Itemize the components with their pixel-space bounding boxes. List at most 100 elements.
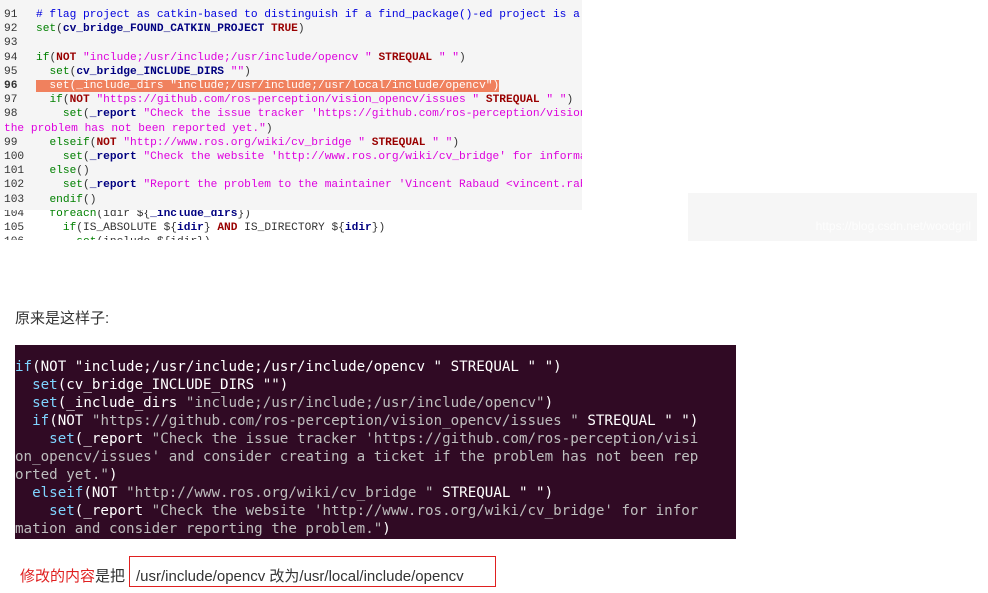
terminal-token: ) <box>544 395 554 411</box>
code-token: } <box>203 222 218 234</box>
code-token: if <box>49 94 63 107</box>
code-token: ( <box>56 23 63 36</box>
boxed-path-text: /usr/include/opencv 改为/usr/local/include… <box>136 568 464 585</box>
terminal-token: set <box>32 395 58 411</box>
line-number: 103 <box>4 193 25 206</box>
code-token: "Report the problem to the maintainer 'V… <box>143 179 582 192</box>
code-token: ) <box>459 51 466 64</box>
line-number: 105 <box>4 222 25 234</box>
code-token: set <box>76 236 96 240</box>
code-token: STREQUAL <box>371 136 426 149</box>
line-number: 99 <box>4 136 18 149</box>
code-token: cv_bridge_FOUND_CATKIN_PROJECT <box>62 23 265 36</box>
code-token: if <box>62 222 77 234</box>
terminal-line: orted yet.") <box>15 466 118 484</box>
code-token: ) <box>452 136 460 149</box>
terminal-line: set(_report "Check the issue tracker 'ht… <box>15 430 698 448</box>
top-code-tail: 104 foreach(idir ${_include_dirs}) 105 if… <box>0 210 582 240</box>
watermark-text: https://blog.csdn.net/woodgril <box>815 219 971 233</box>
terminal-token: mation and consider reporting the proble… <box>15 521 383 537</box>
code-token: endif <box>49 193 84 206</box>
code-token: else <box>49 165 77 178</box>
code-token: ) <box>265 122 273 135</box>
code-token: ( <box>83 108 90 121</box>
code-line: 105 if(IS_ABSOLUTE ${idir} AND IS_DIRECT… <box>4 221 385 235</box>
boxed-path-note: /usr/include/opencv 改为/usr/local/include… <box>129 556 496 587</box>
caption-text: 是把 <box>95 568 126 585</box>
terminal-token: set <box>49 431 75 447</box>
code-token: set <box>62 179 84 192</box>
code-token: "http://www.ros.org/wiki/cv_bridge " <box>123 136 366 149</box>
terminal-token: (_report <box>74 431 152 447</box>
code-line: 106 set(include ${idir}) <box>4 235 211 240</box>
terminal-line: if(NOT "include;/usr/include;/usr/includ… <box>15 358 562 376</box>
terminal-line: set(_include_dirs "include;/usr/include;… <box>15 394 553 412</box>
terminal-token: (cv_bridge_INCLUDE_DIRS "") <box>57 377 289 393</box>
code-line: 98 set(_report "Check the issue tracker … <box>4 107 582 121</box>
terminal-token: if <box>15 359 33 375</box>
code-token: (IS_ABSOLUTE ${ <box>76 222 178 234</box>
terminal-line: on_opencv/issues' and consider creating … <box>15 448 698 466</box>
code-line: 96 set(_include_dirs "include;/usr/inclu… <box>4 79 500 93</box>
terminal-token: (NOT <box>49 413 92 429</box>
code-line: the problem has not been reported yet.") <box>4 122 273 136</box>
line-number: 91 <box>4 9 18 21</box>
terminal-token: on_opencv/issues' and consider creating … <box>15 449 699 465</box>
code-token: " " <box>432 136 453 149</box>
code-line: 95 set(cv_bridge_INCLUDE_DIRS "") <box>4 65 251 79</box>
code-line: 92 set(cv_bridge_FOUND_CATKIN_PROJECT TRU… <box>4 22 305 36</box>
code-token: NOT <box>69 94 90 107</box>
line-number: 92 <box>4 23 18 36</box>
code-token: cv_bridge_INCLUDE_DIRS <box>76 65 225 78</box>
code-token: set(_include_dirs "include;/usr/include;… <box>36 80 500 92</box>
code-token: _include_dirs <box>150 210 238 220</box>
terminal-screenshot: if(NOT "include;/usr/include;/usr/includ… <box>15 345 736 539</box>
code-token: STREQUAL <box>485 94 540 107</box>
code-token: ( <box>83 179 90 192</box>
code-token: () <box>83 193 97 206</box>
line-number: 100 <box>4 151 25 163</box>
code-token: "" <box>230 65 245 78</box>
line-number: 93 <box>4 37 18 50</box>
terminal-line: set(_report "Check the website 'http://w… <box>15 502 698 520</box>
terminal-token: elseif <box>32 485 84 501</box>
code-token: () <box>76 165 90 178</box>
code-token: (idir ${ <box>96 210 151 220</box>
terminal-token: "Check the issue tracker 'https://github… <box>151 431 699 447</box>
code-line: 100 set(_report "Check the website 'http… <box>4 150 582 164</box>
terminal-line: if(NOT "https://github.com/ros-perceptio… <box>15 412 698 430</box>
code-token: NOT <box>96 136 117 149</box>
code-line: 101 else() <box>4 164 90 178</box>
code-token: foreach <box>49 210 97 220</box>
terminal-token: if <box>32 413 50 429</box>
code-line: 102 set(_report "Report the problem to t… <box>4 178 582 192</box>
code-token: "include;/usr/include;/usr/include/openc… <box>83 51 372 64</box>
code-token: NOT <box>56 51 77 64</box>
code-token: ( <box>62 94 70 107</box>
terminal-token: (NOT <box>83 485 127 501</box>
line-number: 102 <box>4 179 25 192</box>
code-token: idir <box>344 222 372 234</box>
code-token: idir <box>177 222 204 234</box>
code-token: " " <box>438 51 460 64</box>
terminal-token: set <box>32 377 58 393</box>
terminal-token: set <box>49 503 75 519</box>
code-line: 91 # flag project as catkin-based to dist… <box>4 8 582 22</box>
code-token: set <box>62 151 84 163</box>
code-token: AND <box>217 222 238 234</box>
caption: 修改的内容是把 <box>20 565 125 586</box>
code-token: "Check the issue tracker 'https://github… <box>143 108 582 121</box>
code-token: the problem has not been reported yet." <box>4 122 266 135</box>
code-token: "Check the website 'http://www.ros.org/w… <box>143 151 582 163</box>
code-line: 99 elseif(NOT "http://www.ros.org/wiki/c… <box>4 136 459 150</box>
code-token: _report <box>89 151 137 163</box>
code-line: 94 if(NOT "include;/usr/include;/usr/incl… <box>4 51 466 65</box>
